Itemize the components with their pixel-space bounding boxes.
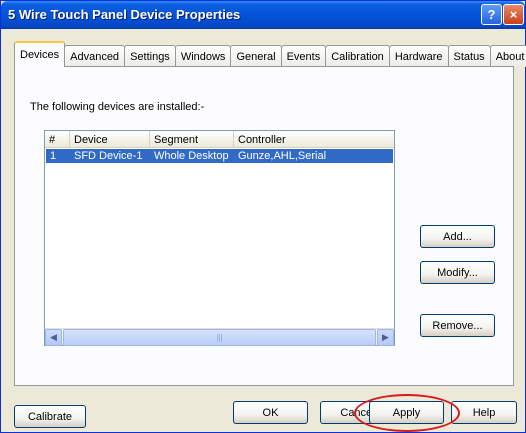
remove-button[interactable]: Remove... (420, 314, 495, 337)
add-button[interactable]: Add... (420, 225, 495, 248)
tab-general[interactable]: General (230, 45, 282, 67)
modify-button[interactable]: Modify... (420, 261, 495, 284)
chevron-left-icon: ◀ (50, 332, 57, 342)
tab-windows[interactable]: Windows (174, 45, 232, 67)
tab-strip: Devices Advanced Settings Windows Genera… (14, 41, 526, 67)
list-header: # Device Segment Controller (45, 131, 394, 148)
apply-button[interactable]: Apply (369, 401, 444, 424)
calibrate-button[interactable]: Calibrate (14, 405, 86, 428)
device-list[interactable]: # Device Segment Controller 1 SFD Device… (44, 130, 395, 346)
tab-advanced[interactable]: Advanced (64, 45, 126, 67)
tab-status[interactable]: Status (447, 45, 491, 67)
tab-devices[interactable]: Devices (14, 41, 66, 67)
close-button[interactable]: × (503, 4, 524, 25)
scroll-right-button[interactable]: ▶ (377, 329, 394, 346)
column-header-controller[interactable]: Controller (234, 131, 394, 148)
question-mark-icon: ? (487, 7, 496, 22)
tab-calibration[interactable]: Calibration (325, 45, 390, 67)
help-button[interactable]: Help (451, 401, 517, 424)
column-header-number[interactable]: # (45, 131, 70, 148)
grip-icon: ||| (216, 333, 223, 342)
tab-about[interactable]: About (489, 45, 526, 67)
installed-devices-label: The following devices are installed:- (30, 101, 205, 113)
scroll-left-button[interactable]: ◀ (45, 329, 62, 346)
cell-number: 1 (50, 150, 57, 162)
cell-controller: Gunze,AHL,Serial (238, 150, 327, 162)
window-title: 5 Wire Touch Panel Device Properties (8, 7, 241, 22)
column-header-device[interactable]: Device (70, 131, 150, 148)
title-bar[interactable]: 5 Wire Touch Panel Device Properties ? × (1, 1, 525, 29)
cell-device: SFD Device-1 (74, 150, 143, 162)
ok-button[interactable]: OK (233, 401, 308, 424)
horizontal-scrollbar[interactable]: ◀ ||| ▶ (45, 328, 394, 346)
cell-segment: Whole Desktop (154, 150, 229, 162)
tab-hardware[interactable]: Hardware (388, 45, 449, 67)
tab-events[interactable]: Events (280, 45, 327, 67)
help-title-button[interactable]: ? (481, 4, 502, 25)
scrollbar-thumb[interactable]: ||| (63, 329, 376, 346)
tab-settings[interactable]: Settings (124, 45, 176, 67)
table-row[interactable]: 1 SFD Device-1 Whole Desktop Gunze,AHL,S… (46, 149, 393, 163)
chevron-right-icon: ▶ (382, 332, 389, 342)
close-icon: × (509, 7, 518, 22)
column-header-segment[interactable]: Segment (150, 131, 234, 148)
